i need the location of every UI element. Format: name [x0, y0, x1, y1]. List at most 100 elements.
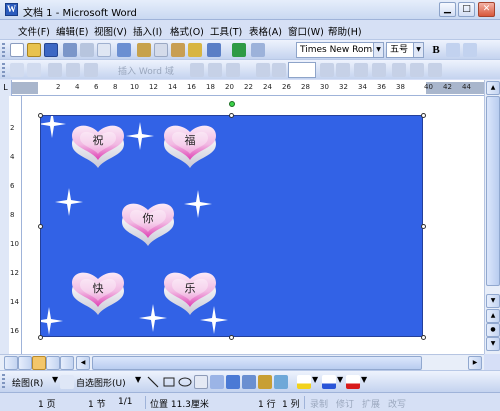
menu-view[interactable]: 视图(V): [94, 24, 127, 38]
undo-icon[interactable]: [207, 43, 221, 57]
resize-handle[interactable]: [421, 224, 426, 229]
vertical-text-box-icon[interactable]: [210, 375, 224, 389]
next-record-icon[interactable]: [320, 63, 334, 77]
match-fields-icon[interactable]: [226, 63, 240, 77]
scroll-down-icon[interactable]: ▼: [486, 294, 500, 308]
sparkle-star[interactable]: [38, 110, 66, 138]
menu-tools[interactable]: 工具(T): [210, 24, 242, 38]
text-box-icon[interactable]: [194, 375, 208, 389]
merge-to-document-icon[interactable]: [392, 63, 406, 77]
draw-menu-button[interactable]: 绘图(R): [12, 376, 43, 389]
sparkle-star[interactable]: [184, 190, 212, 218]
horizontal-scrollbar[interactable]: ◀ ▶: [0, 354, 484, 370]
drawing-canvas[interactable]: 祝 福 你 快 乐: [35, 110, 423, 337]
copy-icon[interactable]: [154, 43, 168, 57]
status-trk[interactable]: 修订: [336, 397, 354, 410]
diagram-icon[interactable]: [242, 375, 256, 389]
scroll-thumb[interactable]: [486, 96, 500, 286]
record-number-field[interactable]: [288, 62, 316, 78]
toolbar-grip[interactable]: [2, 374, 5, 388]
minimize-button[interactable]: ▁: [439, 2, 456, 17]
highlight-fields-icon[interactable]: [208, 63, 222, 77]
open-folder-icon[interactable]: [27, 43, 41, 57]
heart-shape[interactable]: 祝: [72, 125, 124, 168]
outline-view-icon[interactable]: [46, 356, 60, 370]
close-button[interactable]: ✕: [478, 2, 495, 17]
autoshapes-menu-button[interactable]: 自选图形(U): [76, 376, 126, 389]
print-preview-icon[interactable]: [97, 43, 111, 57]
permission-icon[interactable]: [63, 43, 77, 57]
print-layout-icon[interactable]: [32, 356, 46, 370]
menu-file[interactable]: 文件(F): [18, 24, 50, 38]
menu-edit[interactable]: 编辑(E): [56, 24, 88, 38]
last-record-icon[interactable]: [336, 63, 350, 77]
clip-art-icon[interactable]: [258, 375, 272, 389]
rectangle-tool-icon[interactable]: [162, 375, 176, 389]
vertical-ruler[interactable]: 2 4 6 8 10 12 14 16: [0, 96, 22, 354]
next-page-icon[interactable]: ▼: [486, 337, 500, 351]
picture-icon[interactable]: [274, 375, 288, 389]
sparkle-star[interactable]: [55, 188, 83, 216]
font-size-combo[interactable]: 五号 ▼: [386, 42, 424, 58]
status-ext[interactable]: 扩展: [362, 397, 380, 410]
view-merged-icon[interactable]: [190, 63, 204, 77]
merge-to-printer-icon[interactable]: [410, 63, 424, 77]
heart-shape[interactable]: 你: [122, 203, 174, 246]
previous-page-icon[interactable]: ▲: [486, 309, 500, 323]
resize-handle[interactable]: [38, 335, 43, 340]
find-entry-icon[interactable]: [354, 63, 368, 77]
select-objects-icon[interactable]: [60, 375, 74, 389]
status-rec[interactable]: 录制: [310, 397, 328, 410]
tab-selector[interactable]: L: [0, 80, 12, 96]
scroll-up-icon[interactable]: ▲: [486, 81, 500, 95]
word-app-icon[interactable]: W: [5, 3, 18, 16]
open-data-source-icon[interactable]: [27, 63, 41, 77]
menu-window[interactable]: 窗口(W): [288, 24, 324, 38]
format-painter-icon[interactable]: [188, 43, 202, 57]
sparkle-star[interactable]: [139, 304, 167, 332]
align-left-icon[interactable]: [446, 43, 460, 57]
main-document-icon[interactable]: [10, 63, 24, 77]
print-icon[interactable]: [80, 43, 94, 57]
first-record-icon[interactable]: [256, 63, 270, 77]
font-name-combo[interactable]: Times New Roman ▼: [296, 42, 384, 58]
insert-word-field-label[interactable]: 插入 Word 域: [118, 64, 174, 77]
reading-layout-icon[interactable]: [60, 356, 74, 370]
wordart-icon[interactable]: [226, 375, 240, 389]
vertical-scrollbar[interactable]: ▲ ▼ ▲ ● ▼: [484, 80, 500, 354]
previous-record-icon[interactable]: [272, 63, 286, 77]
resize-handle[interactable]: [229, 113, 234, 118]
chevron-down-icon[interactable]: ▼: [361, 375, 367, 384]
select-browse-object-icon[interactable]: ●: [486, 323, 500, 337]
spelling-icon[interactable]: [117, 43, 131, 57]
check-errors-icon[interactable]: [372, 63, 386, 77]
toolbar-grip[interactable]: [2, 63, 5, 77]
save-icon[interactable]: [44, 43, 58, 57]
new-document-icon[interactable]: [10, 43, 24, 57]
insert-address-icon[interactable]: [66, 63, 80, 77]
heart-shape[interactable]: 福: [164, 125, 216, 168]
chevron-down-icon[interactable]: ▼: [413, 43, 423, 57]
resize-handle[interactable]: [229, 335, 234, 340]
paste-icon[interactable]: [171, 43, 185, 57]
merge-to-email-icon[interactable]: [428, 63, 442, 77]
web-layout-icon[interactable]: [18, 356, 32, 370]
chevron-down-icon[interactable]: ▼: [52, 375, 58, 384]
recipients-icon[interactable]: [48, 63, 62, 77]
scroll-right-icon[interactable]: ▶: [468, 356, 482, 370]
h-scroll-thumb[interactable]: [92, 356, 422, 370]
horizontal-ruler[interactable]: 2 4 6 8 10 12 14 16 18 20 22 24 26 28 30…: [12, 80, 486, 96]
bold-button[interactable]: B: [429, 43, 443, 57]
menu-insert[interactable]: 插入(I): [133, 24, 162, 38]
status-ovr[interactable]: 改写: [388, 397, 406, 410]
chevron-down-icon[interactable]: ▼: [135, 375, 141, 384]
chevron-down-icon[interactable]: ▼: [337, 375, 343, 384]
rotate-handle[interactable]: [229, 101, 235, 107]
cut-icon[interactable]: [137, 43, 151, 57]
font-color-icon[interactable]: [346, 375, 360, 389]
toolbar-grip[interactable]: [2, 43, 5, 57]
maximize-button[interactable]: □: [458, 2, 475, 17]
resize-handle[interactable]: [38, 224, 43, 229]
sparkle-star[interactable]: [126, 122, 154, 150]
document-page[interactable]: 祝 福 你 快 乐: [22, 96, 484, 354]
